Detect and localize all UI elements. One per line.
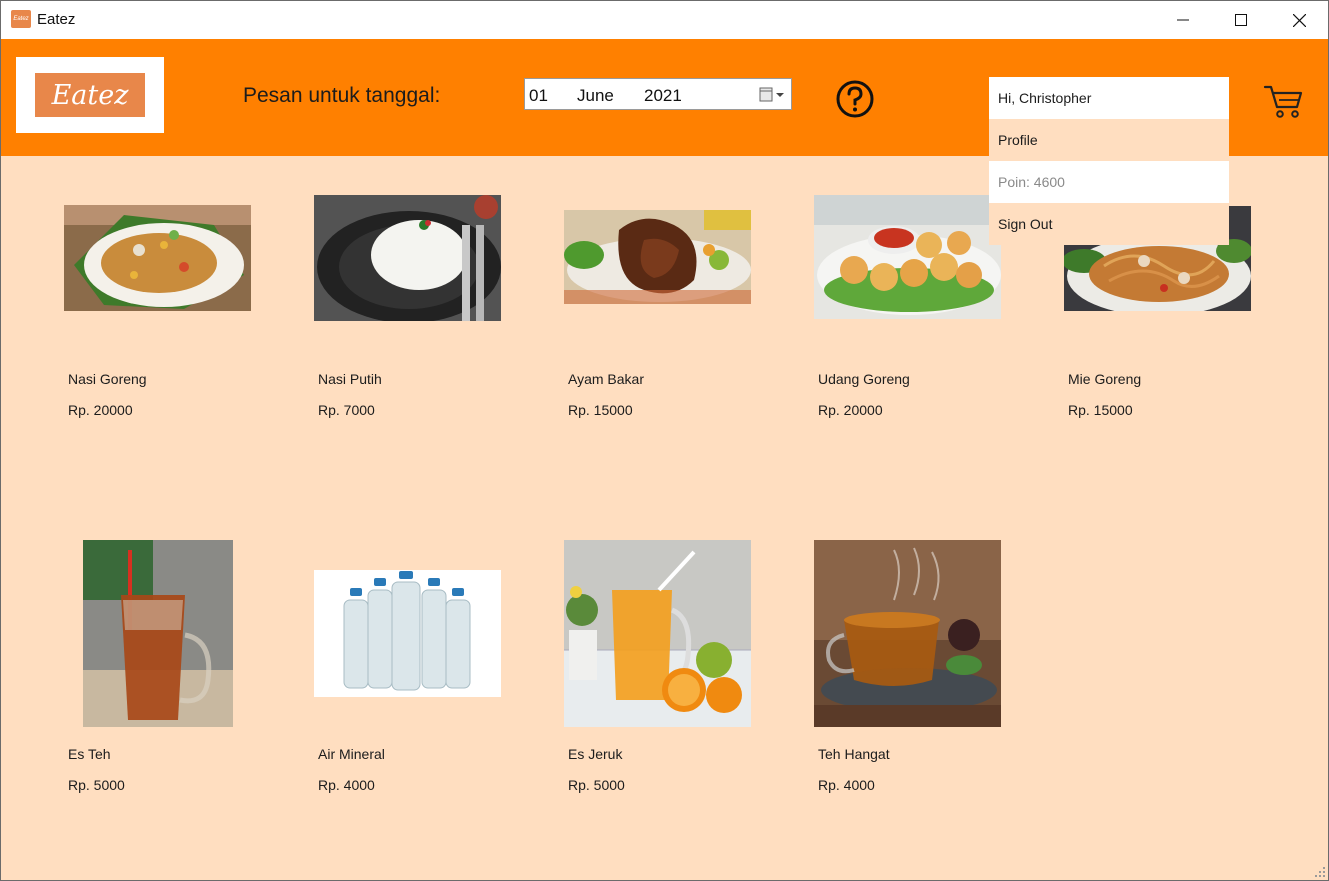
product-price: Rp. 4000 [318,777,375,793]
user-greeting[interactable]: Hi, Christopher [989,77,1229,119]
date-day[interactable]: 01 [529,86,548,106]
teh-hangat-photo [814,540,1001,727]
product-name: Udang Goreng [818,371,910,387]
resize-grip-icon[interactable] [1315,867,1325,877]
product-price: Rp. 20000 [68,402,133,418]
product-price: Rp. 5000 [568,777,625,793]
close-button[interactable] [1270,1,1328,39]
calendar-dropdown-icon[interactable] [759,87,785,103]
product-name: Teh Hangat [818,746,890,762]
product-price: Rp. 5000 [68,777,125,793]
cart-icon[interactable] [1263,83,1305,119]
user-menu: Hi, Christopher Profile Poin: 4600 Sign … [989,77,1229,245]
nasi-putih-photo [314,195,501,321]
product-name: Air Mineral [318,746,385,762]
product-price: Rp. 15000 [568,402,633,418]
menu-item-sign-out[interactable]: Sign Out [989,203,1229,245]
title-bar: Eatez Eatez [1,1,1328,39]
maximize-icon [1235,14,1247,26]
date-year[interactable]: 2021 [644,86,682,106]
es-teh-photo [83,540,233,727]
minimize-icon [1177,19,1189,21]
menu-item-profile[interactable]: Profile [989,119,1229,161]
product-price: Rp. 4000 [818,777,875,793]
product-price: Rp. 20000 [818,402,883,418]
minimize-button[interactable] [1154,1,1212,39]
product-image[interactable] [83,540,233,727]
app-icon: Eatez [11,10,31,28]
order-date-picker[interactable]: 01 June 2021 [524,78,792,110]
logo: Eatez [16,57,164,133]
product-name: Ayam Bakar [568,371,644,387]
nasi-goreng-photo [64,205,251,311]
product-image[interactable] [314,570,501,697]
close-icon [1292,13,1306,27]
es-jeruk-photo [564,540,751,727]
date-month[interactable]: June [577,86,614,106]
product-name: Nasi Putih [318,371,382,387]
product-price: Rp. 15000 [1068,402,1133,418]
product-image[interactable] [564,540,751,727]
product-name: Es Teh [68,746,111,762]
logo-text: Eatez [35,73,145,117]
product-name: Nasi Goreng [68,371,147,387]
maximize-button[interactable] [1212,1,1270,39]
order-date-label: Pesan untuk tanggal: [243,84,441,107]
air-mineral-photo [314,570,501,697]
window-title: Eatez [37,11,76,28]
product-image[interactable] [814,195,1001,319]
app-window: Eatez Eatez Eatez Pesan untuk tanggal: 0… [0,0,1329,881]
menu-item-points: Poin: 4600 [998,174,1065,190]
product-image[interactable] [314,195,501,321]
product-name: Es Jeruk [568,746,623,762]
product-image[interactable] [64,205,251,311]
product-image[interactable] [814,540,1001,727]
help-icon[interactable] [835,79,875,119]
ayam-bakar-photo [564,210,751,304]
product-image[interactable] [564,210,751,304]
product-price: Rp. 7000 [318,402,375,418]
udang-goreng-photo [814,195,1001,319]
product-name: Mie Goreng [1068,371,1142,387]
